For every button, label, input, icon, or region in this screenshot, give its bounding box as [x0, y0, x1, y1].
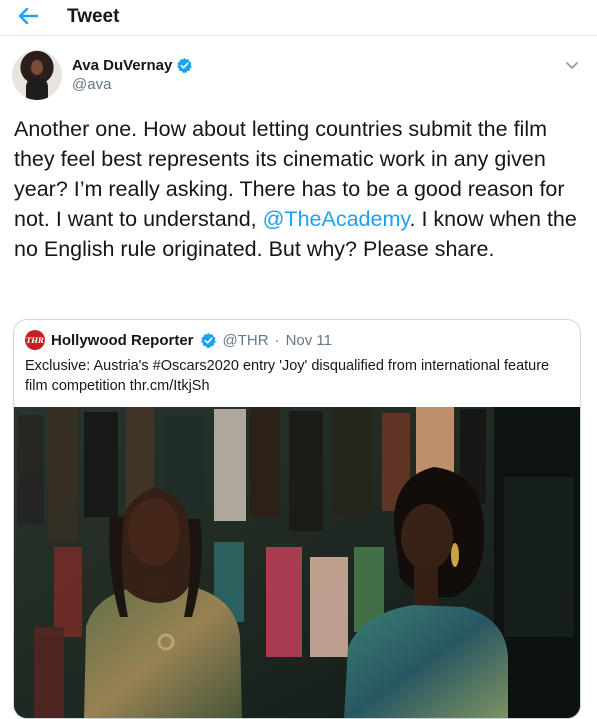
- author-name-row: Ava DuVernay: [72, 57, 193, 74]
- avatar[interactable]: [12, 50, 62, 100]
- quoted-tweet[interactable]: THR Hollywood Reporter @THR · Nov 11 Exc…: [13, 319, 581, 719]
- quoted-tweet-image[interactable]: [14, 407, 580, 718]
- mention-link[interactable]: @TheAcademy: [263, 207, 410, 231]
- quoted-author-name: Hollywood Reporter: [51, 331, 194, 349]
- chevron-down-icon[interactable]: [563, 56, 581, 74]
- quoted-author-handle: @THR: [222, 331, 269, 349]
- back-button[interactable]: [14, 4, 42, 28]
- tweet-text: Another one. How about letting countries…: [14, 114, 579, 264]
- thr-logo-icon: THR: [25, 330, 45, 350]
- author-handle[interactable]: @ava: [72, 76, 193, 93]
- avatar-face: [31, 60, 43, 75]
- tweet: Ava DuVernay @ava Another one. How about…: [0, 36, 597, 719]
- top-bar: Tweet: [0, 0, 597, 36]
- verified-icon: [177, 58, 193, 74]
- separator-dot: ·: [274, 331, 280, 349]
- quoted-tweet-text: Exclusive: Austria's #Oscars2020 entry '…: [25, 358, 550, 394]
- verified-icon: [200, 332, 216, 348]
- quoted-tweet-date: Nov 11: [285, 331, 332, 349]
- film-still-image: [14, 407, 580, 718]
- arrow-left-icon: [18, 7, 38, 25]
- quoted-tweet-header: THR Hollywood Reporter @THR · Nov 11: [25, 330, 332, 350]
- author-name[interactable]: Ava DuVernay: [72, 57, 172, 74]
- page-title: Tweet: [67, 6, 120, 27]
- avatar-body: [26, 77, 48, 100]
- author-block[interactable]: Ava DuVernay @ava: [72, 57, 193, 93]
